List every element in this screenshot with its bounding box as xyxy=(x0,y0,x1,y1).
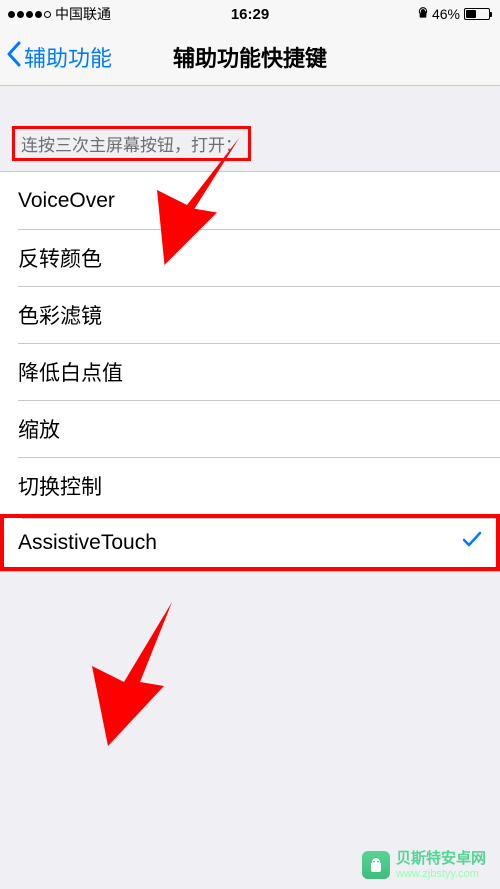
status-right: 46% xyxy=(418,6,492,22)
battery-fill xyxy=(466,10,476,18)
orientation-lock-icon xyxy=(418,6,428,22)
battery-icon xyxy=(464,8,492,20)
status-left: 中国联通 xyxy=(8,4,111,24)
option-switch-control[interactable]: 切换控制 xyxy=(0,457,500,514)
watermark-text: 贝斯特安卓网 www.zjbstyy.com xyxy=(396,850,486,881)
section-header: 连按三次主屏幕按钮，打开： xyxy=(0,108,500,171)
option-label: 降低白点值 xyxy=(18,357,123,387)
options-list: VoiceOver 反转颜色 色彩滤镜 降低白点值 缩放 切换控制 Assist… xyxy=(0,171,500,572)
chevron-left-icon xyxy=(6,41,22,73)
option-reduce-white-point[interactable]: 降低白点值 xyxy=(0,343,500,400)
option-label: 色彩滤镜 xyxy=(18,300,102,330)
section-header-text: 连按三次主屏幕按钮，打开： xyxy=(12,126,251,161)
option-color-filters[interactable]: 色彩滤镜 xyxy=(0,286,500,343)
annotation-arrow-bottom xyxy=(76,589,236,759)
option-assistivetouch[interactable]: AssistiveTouch xyxy=(0,514,500,571)
status-bar: 中国联通 16:29 46% xyxy=(0,0,500,28)
page-title: 辅助功能快捷键 xyxy=(173,41,327,73)
status-time: 16:29 xyxy=(231,6,269,23)
watermark-logo-icon xyxy=(362,851,390,879)
option-invert-colors[interactable]: 反转颜色 xyxy=(0,229,500,286)
option-voiceover[interactable]: VoiceOver xyxy=(0,172,500,229)
navigation-bar: 辅助功能 辅助功能快捷键 xyxy=(0,28,500,86)
back-label: 辅助功能 xyxy=(24,41,112,73)
option-label: 反转颜色 xyxy=(18,243,102,273)
checkmark-icon xyxy=(462,531,482,555)
watermark-title: 贝斯特安卓网 xyxy=(396,850,486,868)
watermark: 贝斯特安卓网 www.zjbstyy.com xyxy=(362,850,486,881)
carrier-label: 中国联通 xyxy=(55,4,111,24)
back-button[interactable]: 辅助功能 xyxy=(0,41,112,73)
watermark-url: www.zjbstyy.com xyxy=(396,868,486,881)
option-label: AssistiveTouch xyxy=(18,531,157,555)
battery-percentage: 46% xyxy=(432,6,460,22)
option-label: 切换控制 xyxy=(18,471,102,501)
signal-strength-icon xyxy=(8,11,51,18)
option-label: VoiceOver xyxy=(18,189,115,213)
option-label: 缩放 xyxy=(18,414,60,444)
option-zoom[interactable]: 缩放 xyxy=(0,400,500,457)
